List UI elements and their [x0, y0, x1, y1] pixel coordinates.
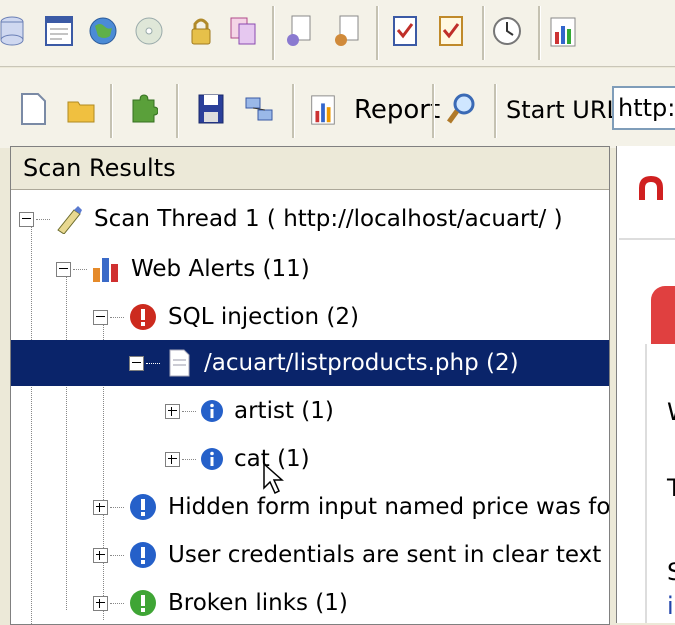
- tree-node-label: Web Alerts (11): [131, 256, 310, 282]
- toolbar-separator: [432, 84, 435, 138]
- toolbar-separator: [176, 84, 179, 138]
- collapse-toggle[interactable]: [56, 261, 71, 277]
- preview-text: W: [667, 398, 675, 426]
- tree-node-label: Scan Thread 1 ( http://localhost/acuart/…: [94, 206, 563, 232]
- toolbar-separator: [272, 6, 275, 60]
- collapse-toggle[interactable]: [93, 309, 108, 325]
- info-icon: [200, 447, 224, 471]
- network-icon[interactable]: [244, 92, 274, 126]
- tree-node-label: User credentials are sent in clear text …: [168, 542, 609, 568]
- tree-node-scan-thread[interactable]: Scan Thread 1 ( http://localhost/acuart/…: [19, 196, 563, 242]
- new-file-icon[interactable]: [18, 92, 48, 126]
- preview-text: T: [667, 474, 675, 502]
- collapse-toggle[interactable]: [129, 355, 144, 371]
- tree-guide-line: [66, 270, 67, 610]
- warning-blue-icon: [128, 492, 158, 522]
- preview-link[interactable]: i: [667, 592, 674, 620]
- form-icon[interactable]: [44, 14, 74, 48]
- start-url-input[interactable]: [612, 86, 675, 130]
- tree-node-sql-injection[interactable]: SQL injection (2): [93, 294, 359, 340]
- stats-icon[interactable]: [548, 14, 578, 48]
- expand-toggle[interactable]: [93, 547, 108, 563]
- http-editor-icon[interactable]: [284, 14, 314, 48]
- tree-node-label: artist (1): [234, 398, 334, 424]
- tree-node-label: Hidden form input named price was found …: [168, 494, 609, 520]
- toolbar-separator: [482, 6, 485, 60]
- browser-preview-pane: W T S i: [616, 146, 675, 623]
- tree-node-label: SQL injection (2): [168, 304, 359, 330]
- scheduler-icon[interactable]: [492, 14, 522, 48]
- globe-icon[interactable]: [88, 14, 118, 48]
- toolbar-separator: [376, 6, 379, 60]
- http-fuzzer-icon[interactable]: [332, 14, 362, 48]
- start-url-label: Start URL:: [506, 96, 628, 124]
- toolbar-separator: [292, 84, 295, 138]
- mouse-cursor-icon: [262, 462, 286, 496]
- report-icon: [308, 94, 338, 126]
- tree-node-label: Broken links (1): [168, 590, 348, 616]
- scan-thread-icon: [54, 204, 84, 234]
- expand-toggle[interactable]: [165, 451, 180, 467]
- tree-node-hidden-form-input[interactable]: Hidden form input named price was found …: [93, 484, 609, 530]
- lock-icon[interactable]: [186, 14, 216, 48]
- report-button[interactable]: Report: [308, 90, 440, 130]
- cd-icon[interactable]: [134, 14, 164, 48]
- tree-node-web-alerts[interactable]: Web Alerts (11): [56, 246, 310, 292]
- compare-icon[interactable]: [228, 14, 258, 48]
- scan-results-panel: Scan Results Scan Thread 1 ( http://loca…: [10, 146, 610, 625]
- tree-node-label: /acuart/listproducts.php (2): [204, 350, 519, 376]
- alert-green-icon: [128, 588, 158, 618]
- tree-guide-line: [31, 220, 32, 624]
- expand-toggle[interactable]: [165, 403, 180, 419]
- tree-node-artist[interactable]: artist (1): [165, 388, 334, 434]
- expand-toggle[interactable]: [93, 595, 108, 611]
- plugin-icon[interactable]: [128, 92, 158, 126]
- search-icon[interactable]: [446, 92, 476, 126]
- scan-results-tree[interactable]: Scan Thread 1 ( http://localhost/acuart/…: [11, 190, 609, 624]
- file-icon: [164, 348, 194, 378]
- toolbar-separator: [494, 84, 497, 138]
- open-folder-icon[interactable]: [66, 92, 96, 126]
- acunetix-logo-icon: [635, 172, 667, 204]
- info-icon: [200, 399, 224, 423]
- report-label: Report: [354, 95, 441, 125]
- toolbar-top: [0, 0, 675, 67]
- alert-red-icon: [128, 302, 158, 332]
- tree-node-user-credentials[interactable]: User credentials are sent in clear text …: [93, 532, 609, 578]
- db-icon[interactable]: [0, 14, 30, 48]
- toolbar-separator: [538, 6, 541, 60]
- checklist-icon[interactable]: [390, 14, 420, 48]
- tree-node-listproducts[interactable]: /acuart/listproducts.php (2): [11, 340, 609, 386]
- warning-blue-icon: [128, 540, 158, 570]
- checklist2-icon[interactable]: [436, 14, 466, 48]
- toolbar-separator: [110, 84, 113, 138]
- tree-node-broken-links[interactable]: Broken links (1): [93, 580, 348, 624]
- chart-icon: [91, 254, 121, 284]
- tree-node-cat[interactable]: cat (1): [165, 436, 310, 482]
- expand-toggle[interactable]: [93, 499, 108, 515]
- save-icon[interactable]: [196, 92, 226, 126]
- collapse-toggle[interactable]: [19, 211, 34, 227]
- panel-title: Scan Results: [11, 147, 609, 190]
- preview-text: S: [667, 558, 675, 586]
